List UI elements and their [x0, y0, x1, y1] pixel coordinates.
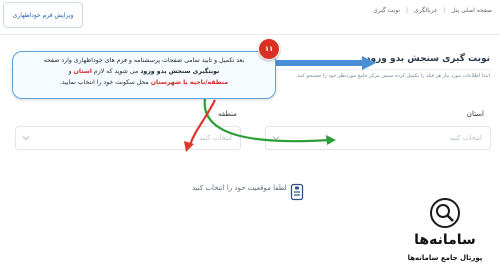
location-hint: لطفا موقعیت خود را انتخاب کنید [192, 184, 287, 192]
samanehha-logo: سامانه‌ها پورتال جامع سامانه‌ها [392, 196, 498, 274]
location-document-icon [290, 183, 304, 201]
breadcrumb-separator-icon: | [406, 7, 409, 14]
top-bar: ویرایش فرم خوداظهاری صفحه اصلی پنل | غرب… [0, 0, 500, 35]
annotation-line-1: بعد تکمیل و تایید تمامی صفحات پرسشنامه و… [43, 57, 245, 64]
annotation-province-highlight: استان [73, 68, 92, 75]
annotation-callout: بعد تکمیل و تایید تمامی صفحات پرسشنامه و… [12, 51, 276, 99]
annotation-text: محل سکونت خود را انتخاب نمایید. [59, 79, 151, 86]
region-label: منطقه [218, 110, 237, 118]
province-label: استان [466, 110, 484, 118]
annotation-line-2: نوبتگیری سنجش بدو ورود می شوید که لازم ا… [21, 66, 267, 77]
annotation-region-highlight: منطقه/ناحیه یا شهرستان [150, 79, 229, 86]
page-description: ابتدا اطلاعات مورد نیاز هر فیلد را تکمیل… [296, 73, 490, 79]
annotation-text: می شوید که لازم [91, 68, 141, 75]
region-select[interactable]: انتخاب کنید [15, 126, 241, 150]
breadcrumb-appointment: نوبت گیری [373, 7, 401, 14]
logo-subtitle: پورتال جامع سامانه‌ها [407, 254, 483, 262]
page-title: نوبت گیری سنجش بدو ورود [365, 54, 490, 64]
region-select-value: انتخاب کنید [199, 134, 232, 142]
annotation-bold-text: نوبتگیری سنجش بدو ورود [140, 68, 220, 75]
breadcrumb-screening[interactable]: غربالگری [414, 7, 437, 14]
chevron-down-icon [272, 136, 280, 141]
chevron-down-icon [22, 136, 30, 141]
annotation-line-3: منطقه/ناحیه یا شهرستان محل سکونت خود را … [21, 77, 267, 88]
breadcrumb-separator-icon: | [443, 7, 446, 14]
location-hint-text: لطفا موقعیت خود را انتخاب کنید [192, 184, 287, 192]
province-select-value: انتخاب کنید [449, 134, 482, 142]
edit-self-declaration-button[interactable]: ویرایش فرم خوداظهاری [3, 2, 83, 28]
step-number-badge: ۱۱ [258, 38, 280, 60]
breadcrumb-home[interactable]: صفحه اصلی پنل [451, 7, 492, 14]
logo-emblem-icon [430, 198, 460, 228]
breadcrumb: صفحه اصلی پنل | غربالگری | نوبت گیری [373, 7, 492, 14]
blue-arrow-icon [276, 56, 376, 70]
province-select[interactable]: انتخاب کنید [265, 126, 491, 150]
search-icon [436, 204, 454, 222]
logo-name: سامانه‌ها [414, 232, 476, 248]
